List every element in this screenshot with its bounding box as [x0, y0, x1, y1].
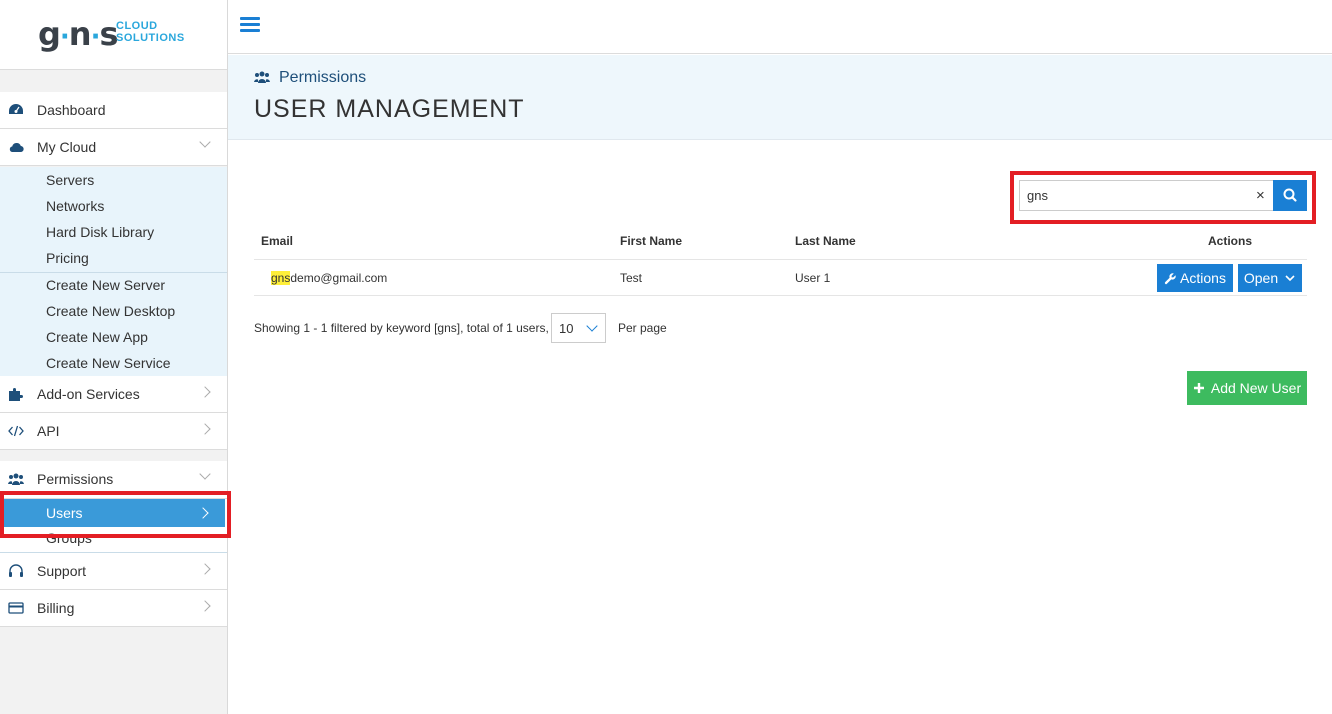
- top-bar: [228, 0, 1332, 54]
- per-page-select[interactable]: 10: [551, 313, 606, 343]
- chevron-right-icon: [199, 386, 211, 398]
- sidebar-item-permissions[interactable]: Permissions: [0, 461, 227, 499]
- chevron-right-icon: [199, 423, 211, 435]
- my-cloud-submenu: Servers Networks Hard Disk Library Prici…: [0, 167, 227, 273]
- chevron-down-icon: [586, 320, 598, 332]
- chevron-right-icon: [199, 563, 211, 575]
- users-icon: [254, 71, 270, 83]
- sidebar-item-groups[interactable]: Groups: [46, 530, 92, 546]
- sidebar-item-support[interactable]: Support: [0, 553, 227, 590]
- sidebar-item-addon-services[interactable]: Add-on Services: [0, 376, 227, 413]
- sidebar-item-dashboard[interactable]: Dashboard: [0, 92, 227, 129]
- sidebar-item-label: Dashboard: [37, 102, 106, 118]
- per-page-label: Per page: [618, 321, 667, 335]
- wrench-icon: [1164, 272, 1176, 284]
- sidebar-item-label: Billing: [37, 600, 75, 616]
- clear-search-icon[interactable]: ×: [1256, 187, 1265, 204]
- sidebar: g·n·s CLOUD SOLUTIONS Dashboard My Cloud…: [0, 0, 231, 714]
- sidebar-item-pricing[interactable]: Pricing: [46, 250, 89, 266]
- search-match-highlight: gns: [271, 271, 291, 285]
- first-name-cell: Test: [620, 271, 643, 285]
- last-name-cell: User 1: [795, 271, 831, 285]
- column-header-email[interactable]: Email: [261, 234, 293, 248]
- chevron-down-icon: [199, 136, 211, 148]
- chevron-down-icon: [1285, 275, 1295, 282]
- page-header: Permissions USER MANAGEMENT: [228, 55, 1332, 140]
- code-icon: [8, 425, 24, 437]
- credit-card-icon: [8, 602, 24, 614]
- sidebar-item-api[interactable]: API: [0, 413, 227, 450]
- sidebar-item-create-service[interactable]: Create New Service: [46, 355, 171, 371]
- sidebar-item-networks[interactable]: Networks: [46, 198, 104, 214]
- chevron-right-icon: [199, 600, 211, 612]
- open-dropdown-button[interactable]: Open: [1238, 264, 1302, 292]
- search-button[interactable]: [1273, 180, 1307, 211]
- hamburger-menu-icon[interactable]: [240, 17, 260, 33]
- logo-wordmark: g·n·s: [38, 15, 119, 53]
- search-input[interactable]: [1020, 181, 1252, 210]
- search-icon: [1283, 188, 1297, 202]
- logo[interactable]: g·n·s CLOUD SOLUTIONS: [0, 0, 227, 70]
- sidebar-item-label: Permissions: [37, 471, 114, 487]
- sidebar-item-hard-disk-library[interactable]: Hard Disk Library: [46, 224, 154, 240]
- puzzle-icon: [9, 388, 23, 401]
- add-new-user-button[interactable]: Add New User: [1187, 371, 1307, 405]
- search-box: ×: [1019, 180, 1307, 211]
- chevron-right-icon: [197, 507, 209, 519]
- cloud-icon: [9, 143, 24, 153]
- sidebar-item-label: Support: [37, 563, 87, 579]
- create-submenu: Create New Server Create New Desktop Cre…: [0, 273, 227, 377]
- column-header-actions: Actions: [1208, 234, 1253, 248]
- sidebar-item-create-app[interactable]: Create New App: [46, 329, 148, 345]
- sidebar-item-billing[interactable]: Billing: [0, 590, 227, 627]
- sidebar-item-label: API: [37, 423, 60, 439]
- sidebar-item-label: Add-on Services: [37, 386, 140, 402]
- results-summary: Showing 1 - 1 filtered by keyword [gns],…: [254, 321, 549, 335]
- sidebar-item-create-desktop[interactable]: Create New Desktop: [46, 303, 175, 319]
- sidebar-item-label: Users: [46, 505, 83, 521]
- page-title: USER MANAGEMENT: [254, 95, 525, 123]
- sidebar-item-servers[interactable]: Servers: [46, 172, 94, 188]
- actions-button[interactable]: Actions: [1157, 264, 1233, 292]
- sidebar-item-users[interactable]: Users: [3, 499, 225, 527]
- dashboard-icon: [9, 104, 23, 114]
- table-row[interactable]: gnsdemo@gmail.com Test User 1 Actions Op…: [254, 259, 1307, 296]
- users-icon: [8, 473, 24, 485]
- sidebar-item-create-server[interactable]: Create New Server: [46, 277, 165, 293]
- sidebar-item-my-cloud[interactable]: My Cloud: [0, 129, 227, 166]
- breadcrumb[interactable]: Permissions: [279, 69, 366, 87]
- chevron-down-icon: [199, 468, 211, 480]
- headset-icon: [9, 564, 23, 577]
- email-cell: gnsdemo@gmail.com: [271, 271, 388, 285]
- column-header-first-name[interactable]: First Name: [620, 234, 682, 248]
- sidebar-item-label: My Cloud: [37, 139, 97, 155]
- plus-icon: [1193, 383, 1204, 393]
- column-header-last-name[interactable]: Last Name: [795, 234, 856, 248]
- logo-subtitle: CLOUD SOLUTIONS: [116, 20, 185, 44]
